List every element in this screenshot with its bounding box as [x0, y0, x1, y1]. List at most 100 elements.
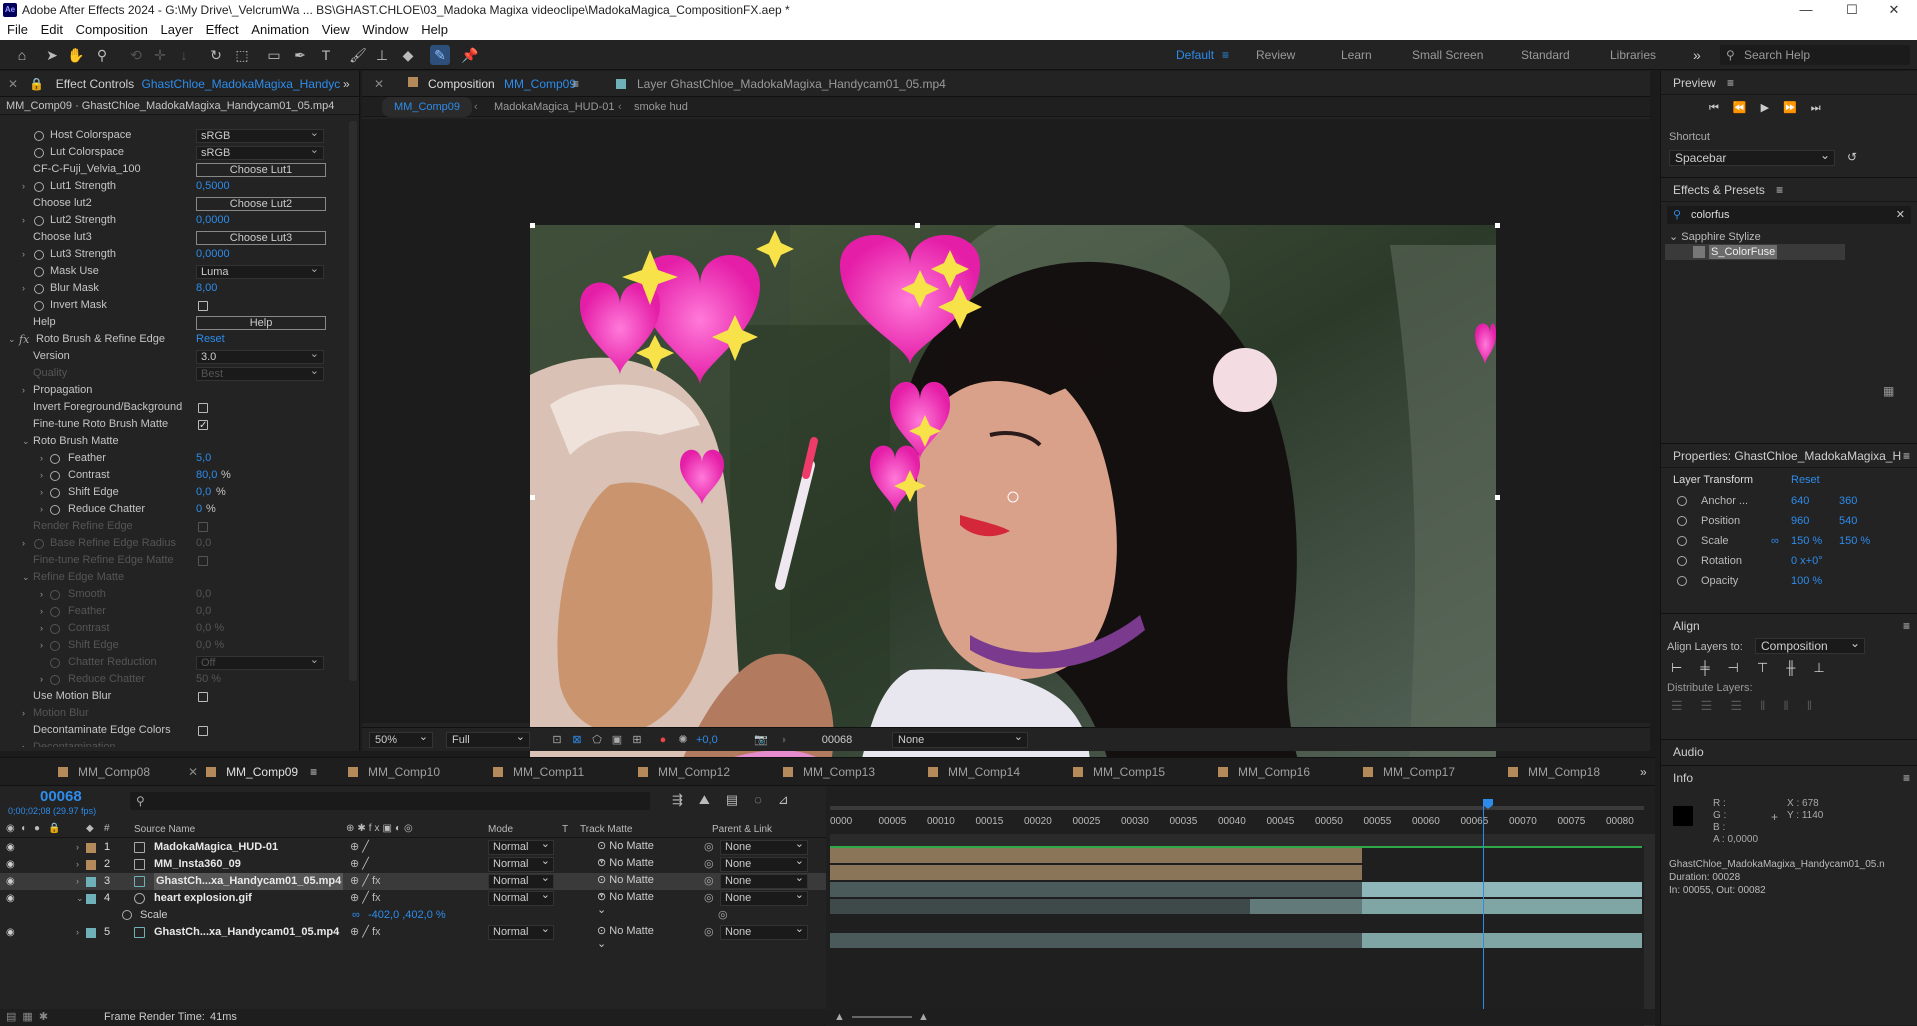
play-icon[interactable]: ▶ — [1761, 102, 1783, 114]
track-bar-layer-4[interactable] — [1362, 899, 1642, 914]
graph-editor-icon[interactable]: ⊿ — [778, 792, 805, 807]
workspace-libraries[interactable]: Libraries — [1610, 40, 1656, 70]
tab-mm-comp18[interactable]: MM_Comp18 — [1508, 758, 1600, 786]
shift-edge-value[interactable]: 0,0 — [196, 484, 211, 501]
transform-handle-tc[interactable] — [915, 223, 920, 228]
stopwatch-icon[interactable] — [34, 250, 44, 260]
pen-tool-icon[interactable]: ✒ — [290, 45, 310, 65]
chevron-right-icon[interactable]: › — [40, 603, 43, 620]
align-vcenter-icon[interactable]: ╫ — [1786, 660, 1813, 675]
next-frame-icon[interactable]: ⏩ — [1783, 102, 1811, 114]
roto-brush-tool-icon[interactable]: ✎ — [430, 45, 450, 65]
tab-mm-comp11[interactable]: MM_Comp11 — [493, 758, 584, 786]
layer-name[interactable]: GhastCh...xa_Handycam01_05.mp4 — [154, 924, 339, 941]
feather-value[interactable]: 5,0 — [196, 450, 211, 467]
chevron-right-icon[interactable]: › — [40, 484, 43, 501]
stopwatch-icon[interactable] — [34, 216, 44, 226]
tab-mm-comp10[interactable]: MM_Comp10 — [348, 758, 440, 786]
clear-search-icon[interactable]: ✕ — [1896, 206, 1905, 224]
close-button[interactable]: ✕ — [1871, 0, 1917, 20]
chevron-down-icon[interactable]: ⌄ — [22, 433, 30, 450]
close-icon[interactable]: ✕ — [188, 765, 198, 779]
rotation-value[interactable]: 0 x+0° — [1791, 552, 1823, 570]
position-y-value[interactable]: 540 — [1839, 512, 1857, 530]
layer-mode-select[interactable]: Normal — [488, 855, 554, 872]
timeline-vscroll[interactable] — [1644, 834, 1655, 1026]
chevron-right-icon[interactable]: › — [40, 501, 43, 518]
chevron-right-icon[interactable]: › — [76, 856, 79, 873]
eye-icon[interactable]: ◉ — [6, 890, 15, 907]
distribute-right-icon[interactable]: ‖ — [1807, 698, 1830, 713]
track-bar-layer-1[interactable] — [830, 848, 1362, 863]
menu-effect[interactable]: Effect — [199, 20, 239, 40]
anchor-y-value[interactable]: 360 — [1839, 492, 1857, 510]
hand-tool-icon[interactable]: ✋ — [66, 45, 86, 65]
lut3-strength-value[interactable]: 0,0000 — [196, 246, 230, 263]
chevron-right-icon[interactable]: › — [22, 382, 25, 399]
parent-select[interactable]: None — [720, 889, 808, 906]
stopwatch-icon[interactable] — [1677, 516, 1687, 526]
transform-handle-ml[interactable] — [530, 495, 535, 500]
layer-mode-select[interactable]: Normal — [488, 872, 554, 889]
track-bar-layer-3[interactable] — [1362, 882, 1642, 897]
stopwatch-icon[interactable] — [50, 471, 60, 481]
crumb-smoke-hud[interactable]: smoke hud — [634, 97, 688, 117]
chevron-right-icon[interactable]: › — [76, 873, 79, 890]
parent-select[interactable]: None — [720, 872, 808, 889]
work-area-bar[interactable] — [830, 806, 1644, 810]
panel-menu-icon[interactable]: ≡ — [1727, 76, 1734, 90]
menu-edit[interactable]: Edit — [34, 20, 63, 40]
chevron-right-icon[interactable]: › — [22, 178, 25, 195]
track-matte-select[interactable]: ⊙ No Matte ⌄ — [597, 857, 661, 882]
menu-help[interactable]: Help — [414, 20, 448, 40]
reduce-chatter-value[interactable]: 0 — [196, 501, 202, 518]
host-colorspace-select[interactable]: sRGB — [196, 127, 324, 143]
pickwhip-icon[interactable]: ◎ — [704, 873, 714, 890]
chevron-down-icon[interactable]: ⌄ — [22, 569, 30, 586]
rectangle-tool-icon[interactable]: ▭ — [264, 45, 284, 65]
stopwatch-icon[interactable] — [50, 590, 60, 600]
chevron-right-icon[interactable]: › — [76, 839, 79, 856]
chevron-right-icon[interactable]: › — [22, 705, 25, 722]
chevron-right-icon[interactable]: › — [40, 620, 43, 637]
timeline-current-frame[interactable]: 00068 — [40, 788, 82, 805]
stopwatch-icon[interactable] — [34, 131, 44, 141]
layer-label-color[interactable] — [86, 860, 96, 870]
stopwatch-icon[interactable] — [50, 641, 60, 651]
reset-icon[interactable]: ↺ — [1847, 150, 1857, 164]
effect-controls-layer-name[interactable]: GhastChloe_MadokaMagixa_Handyc — [142, 77, 341, 91]
track-matte-select[interactable]: ⊙ No Matte ⌄ — [597, 874, 661, 899]
stopwatch-icon[interactable] — [50, 454, 60, 464]
chevron-right-icon[interactable]: › — [76, 924, 79, 941]
pan-tool-icon[interactable]: ✛ — [150, 45, 170, 65]
effect-controls-tab[interactable]: Effect Controls — [56, 77, 134, 91]
align-left-icon[interactable]: ⊢ — [1671, 660, 1700, 675]
transform-reset-link[interactable]: Reset — [1791, 474, 1820, 486]
stopwatch-icon[interactable] — [34, 301, 44, 311]
eye-icon[interactable]: ◉ — [6, 839, 15, 856]
track-bar-layer-5[interactable] — [1362, 933, 1642, 948]
stopwatch-icon[interactable] — [1677, 536, 1687, 546]
align-bottom-icon[interactable]: ⊥ — [1813, 660, 1842, 675]
track-matte-select[interactable]: ⊙ No Matte ⌄ — [597, 891, 661, 916]
stopwatch-icon[interactable] — [1677, 496, 1687, 506]
grid-guides-icon[interactable]: ⊞ — [630, 733, 644, 747]
layer-name[interactable]: GhastCh...xa_Handycam01_05.mp4 — [154, 873, 344, 890]
tab-mm-comp17[interactable]: MM_Comp17 — [1363, 758, 1455, 786]
stopwatch-icon[interactable] — [50, 658, 60, 668]
switches[interactable]: ⊕ ╱ fx — [350, 873, 381, 890]
stopwatch-icon[interactable] — [50, 505, 60, 515]
region-of-interest-icon[interactable]: ▣ — [610, 733, 624, 747]
stopwatch-icon[interactable] — [1677, 576, 1687, 586]
zoom-tool-icon[interactable]: ⚲ — [92, 45, 112, 65]
use-motion-blur-checkbox[interactable] — [198, 692, 208, 702]
align-to-select[interactable]: Composition — [1755, 636, 1865, 654]
search-help-input[interactable]: ⚲ Search Help — [1720, 45, 1910, 65]
feather2-value[interactable]: 0,0 — [196, 603, 211, 620]
workspace-review[interactable]: Review — [1256, 40, 1295, 70]
composition-tab-label[interactable]: Composition — [428, 71, 495, 97]
align-top-icon[interactable]: ⊤ — [1757, 660, 1786, 675]
zoom-in-icon[interactable]: ▲ — [918, 1009, 929, 1025]
align-right-icon[interactable]: ⊣ — [1728, 660, 1757, 675]
layer-label-color[interactable] — [86, 928, 96, 938]
